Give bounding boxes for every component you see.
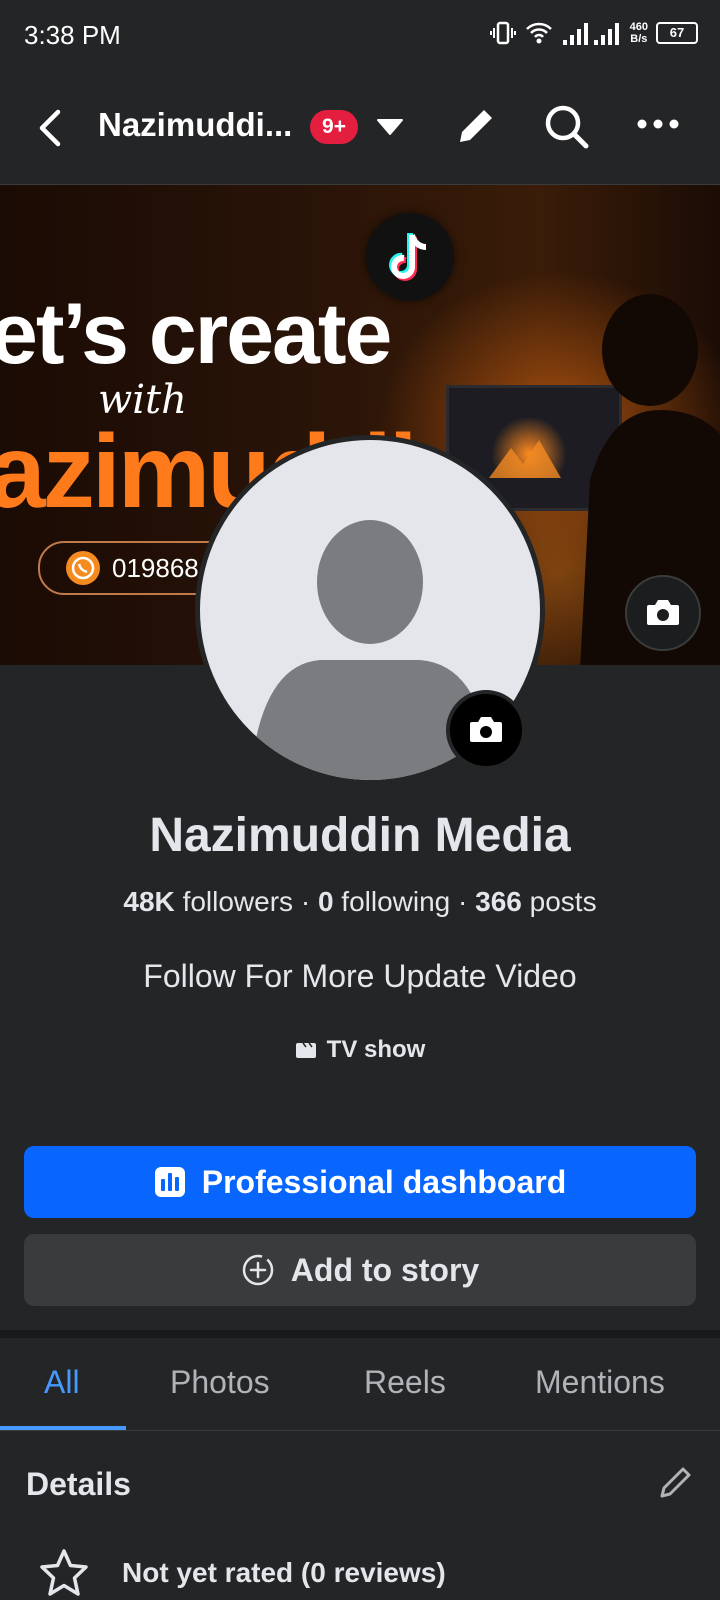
notification-badge[interactable]: 9+ [310,110,358,144]
edit-profile-photo-button[interactable] [446,690,526,770]
posts-label[interactable]: posts [530,886,597,917]
star-icon [40,1549,88,1596]
top-app-bar: Nazimuddi... 9+ [0,72,720,185]
more-icon [637,119,679,129]
professional-dashboard-button[interactable]: Professional dashboard [24,1146,696,1218]
active-tab-indicator [0,1426,126,1430]
profile-bio: Follow For More Update Video [143,958,577,994]
status-bar: 3:38 PM 460 B/s 67 [0,0,720,72]
stats-separator: · [293,886,318,917]
vibrate-icon [489,21,516,45]
posts-count[interactable]: 366 [475,886,522,917]
wifi-icon [525,22,552,44]
edit-details-button[interactable] [656,1462,696,1507]
following-count[interactable]: 0 [318,886,334,917]
page-title[interactable]: Nazimuddi... [98,106,298,144]
tab-photos[interactable]: Photos [170,1364,270,1401]
rating-text: Not yet rated (0 reviews) [122,1557,446,1588]
profile-category: TV show [0,1036,720,1064]
camera-icon [647,600,679,625]
back-button[interactable] [30,104,70,152]
tab-mentions[interactable]: Mentions [535,1364,665,1401]
tab-all[interactable]: All [44,1364,80,1401]
profile-tabs: All Photos Reels Mentions [0,1338,720,1431]
switch-profile-button[interactable] [374,114,406,143]
category-label: TV show [326,1036,426,1063]
followers-count[interactable]: 48K [123,886,174,917]
add-to-story-label: Add to story [290,1251,480,1288]
cover-headline: et’s create [0,286,392,382]
rating-row[interactable]: Not yet rated (0 reviews) [38,1548,446,1598]
camera-icon [470,717,502,742]
stats-separator: · [450,886,476,917]
tab-reels[interactable]: Reels [364,1364,446,1401]
network-speed-unit: B/s [630,33,648,45]
network-speed-value: 460 [629,21,648,33]
search-icon [545,105,589,149]
status-icons: 460 B/s 67 [489,20,698,46]
pencil-icon [660,1467,691,1498]
section-divider [0,1330,720,1338]
profile-name: Nazimuddin Media [149,809,571,862]
whatsapp-icon [66,551,100,585]
more-options-button[interactable] [636,102,680,151]
tv-show-icon [295,1042,316,1058]
signal-icon [562,23,619,45]
edit-button[interactable] [452,102,500,155]
dashboard-chart-icon [154,1167,185,1197]
following-label[interactable]: following [341,886,450,917]
profile-stats: 48K followers · 0 following · 366 posts [0,886,720,918]
cover-phone-number: 019868 [112,553,199,583]
professional-dashboard-label: Professional dashboard [201,1163,567,1200]
details-heading: Details [26,1466,131,1502]
status-time: 3:38 PM [24,20,121,50]
chevron-left-icon [39,109,61,147]
add-to-story-button[interactable]: Add to story [24,1234,696,1306]
network-speed: 460 B/s [630,21,648,45]
search-button[interactable] [542,102,592,157]
pencil-icon [460,110,492,142]
followers-label[interactable]: followers [183,886,293,917]
caret-down-icon [377,119,403,135]
edit-cover-photo-button[interactable] [625,575,701,651]
battery-level: 67 [669,25,685,40]
add-circle-icon [242,1254,274,1286]
battery-icon: 67 [656,22,698,44]
